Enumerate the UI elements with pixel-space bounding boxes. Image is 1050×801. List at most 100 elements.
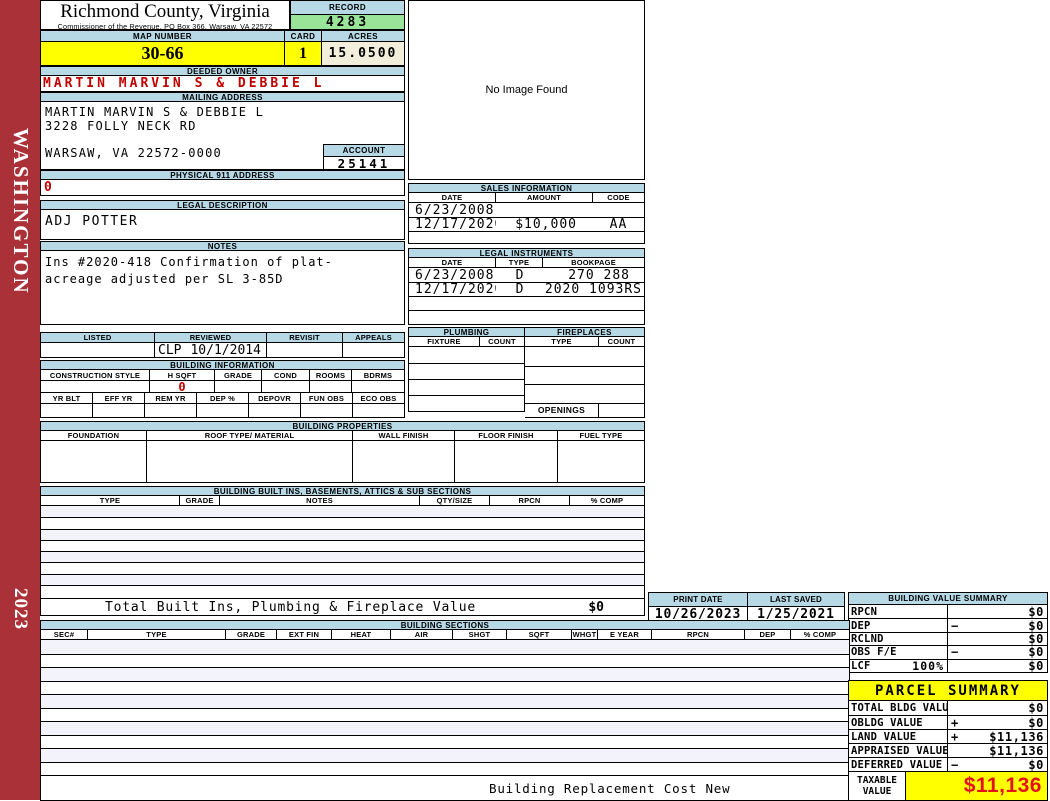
building-value-summary: BUILDING VALUE SUMMARY RPCN $0 DEP − $0 R… (848, 592, 1048, 673)
col-header: GRADE (226, 630, 277, 639)
instrument-row: 12/17/2020 D 2020 1093RS (409, 282, 644, 296)
col-header: SHGT (453, 630, 507, 639)
col-header: DATE (409, 258, 496, 267)
empty-cell (145, 404, 197, 417)
taxable-label: TAXABLE VALUE (849, 772, 906, 800)
value-operator: − (951, 645, 959, 660)
value-amount: $0 (1028, 618, 1044, 633)
account-box: ACCOUNT 25141 (323, 144, 404, 171)
value-amount: $0 (1028, 604, 1044, 619)
building-sections: BUILDING SECTIONS SEC# TYPE GRADE EXT FI… (40, 620, 850, 801)
parcel-row: TOTAL BLDG VALUE $0 (849, 701, 1047, 715)
building-value-summary-label: BUILDING VALUE SUMMARY (848, 592, 1048, 605)
col-header: DEP % (197, 393, 249, 403)
col-header: E YEAR (598, 630, 652, 639)
instrument-type: D (515, 283, 524, 296)
last-saved-value: 1/25/2021 (757, 607, 835, 621)
taxable-row: TAXABLE VALUE $11,136 (849, 771, 1047, 800)
instrument-bookpage: 270 288 (568, 268, 630, 282)
instrument-date: 12/17/2020 (415, 283, 496, 296)
empty-cell (41, 441, 147, 482)
col-header: % COMP (590, 496, 624, 505)
col-header: EFF YR (93, 393, 145, 403)
taxable-value: $11,136 (963, 774, 1042, 797)
built-ins-label: BUILDING BUILT INS, BASEMENTS, ATTICS & … (40, 486, 645, 496)
record-label: RECORD (290, 0, 405, 15)
deeded-owner-box: MARTIN MARVIN S & DEBBIE L (40, 76, 405, 92)
empty-row (41, 528, 644, 540)
parcel-label: DEFERRED VALUE (851, 758, 943, 771)
empty-cell (249, 404, 301, 417)
parcel-amount: $0 (1028, 701, 1044, 715)
sales-information: SALES INFORMATION DATE AMOUNT CODE 6/23/… (408, 183, 645, 244)
empty-row (41, 707, 849, 722)
instrument-row: 6/23/2008 D 270 288 (409, 268, 644, 282)
reviewed-date: 10/1/2014 (190, 343, 261, 357)
empty-row (41, 539, 644, 551)
empty-cell (197, 404, 249, 417)
col-header: GRADE (180, 496, 220, 505)
value-amount: $0 (1028, 631, 1044, 646)
legal-description-box: ADJ POTTER (40, 210, 405, 240)
col-header: WALL FINISH (353, 431, 455, 440)
value-amount: $0 (1028, 658, 1044, 673)
empty-row (409, 347, 524, 363)
empty-row (41, 748, 849, 762)
col-header: FUN OBS (301, 393, 353, 403)
building-sections-footer: Building Replacement Cost New (41, 775, 849, 800)
col-header: ECO OBS (360, 393, 397, 403)
col-header: DATE (409, 193, 496, 202)
sales-row: 12/17/2020 $10,000 AA (409, 217, 644, 231)
parcel-amount: $0 (1028, 757, 1044, 772)
col-header: SQFT (507, 630, 572, 639)
col-header: AMOUNT (496, 193, 593, 202)
sale-amount: $10,000 (515, 218, 577, 231)
col-header: BDRMS (363, 370, 393, 380)
acres-label: ACRES (322, 30, 405, 42)
construction-style-value (41, 381, 150, 392)
parcel-summary: PARCEL SUMMARY TOTAL BLDG VALUE $0 OBLDG… (848, 680, 1048, 801)
image-panel: No Image Found (408, 0, 645, 180)
col-header: RPCN (490, 496, 570, 505)
col-header: DEP (745, 630, 791, 639)
empty-row (41, 551, 644, 563)
value-label: RCLND (851, 632, 884, 645)
value-label: DEP (851, 619, 871, 632)
col-header: TYPE (525, 337, 599, 346)
col-header: FUEL TYPE (579, 431, 623, 440)
card-label: CARD (285, 30, 322, 42)
openings-row: OPENINGS (525, 402, 644, 417)
parcel-amount: $0 (1028, 715, 1044, 730)
col-header: LISTED (41, 333, 155, 342)
col-header: GRADE (215, 370, 262, 380)
empty-row (41, 680, 849, 695)
sale-code (593, 203, 644, 217)
col-header: % COMP (803, 630, 837, 639)
building-sections-label: BUILDING SECTIONS (40, 620, 850, 630)
value-row: LCF 100% $0 (849, 658, 1047, 673)
empty-row (41, 734, 849, 749)
col-header: REVIEWED (155, 333, 267, 342)
openings-label: OPENINGS (525, 403, 599, 417)
rooms-value (310, 381, 352, 392)
parcel-summary-label: PARCEL SUMMARY (848, 680, 1048, 701)
notes-box: Ins #2020-418 Confirmation of plat- acre… (40, 251, 405, 325)
plumbing-fireplaces: PLUMBING FIXTURE COUNT FIREPLACES TYPE C… (408, 327, 645, 418)
col-header: REM YR (145, 393, 197, 403)
col-header: AIR (391, 630, 453, 639)
replacement-cost-label: Building Replacement Cost New (489, 780, 731, 796)
district-label: WASHINGTON (9, 128, 33, 295)
parcel-amount: $11,136 (989, 729, 1044, 744)
plumbing-section-label: PLUMBING (408, 327, 525, 337)
building-information: BUILDING INFORMATION CONSTRUCTION STYLE … (40, 360, 405, 418)
sales-row: 6/23/2008 (409, 203, 644, 217)
county-header: Richmond County, Virginia Commissioner o… (40, 0, 290, 31)
account-value: 25141 (337, 155, 391, 171)
notes-line: Ins #2020-418 Confirmation of plat- (45, 255, 333, 269)
parcel-label: LAND VALUE (851, 730, 917, 743)
record-box: RECORD 4283 (290, 0, 405, 30)
value-label: RPCN (851, 605, 878, 618)
col-header: BOOKPAGE (571, 258, 616, 267)
col-header: EXT FIN (277, 630, 332, 639)
parcel-operator: − (951, 757, 959, 772)
